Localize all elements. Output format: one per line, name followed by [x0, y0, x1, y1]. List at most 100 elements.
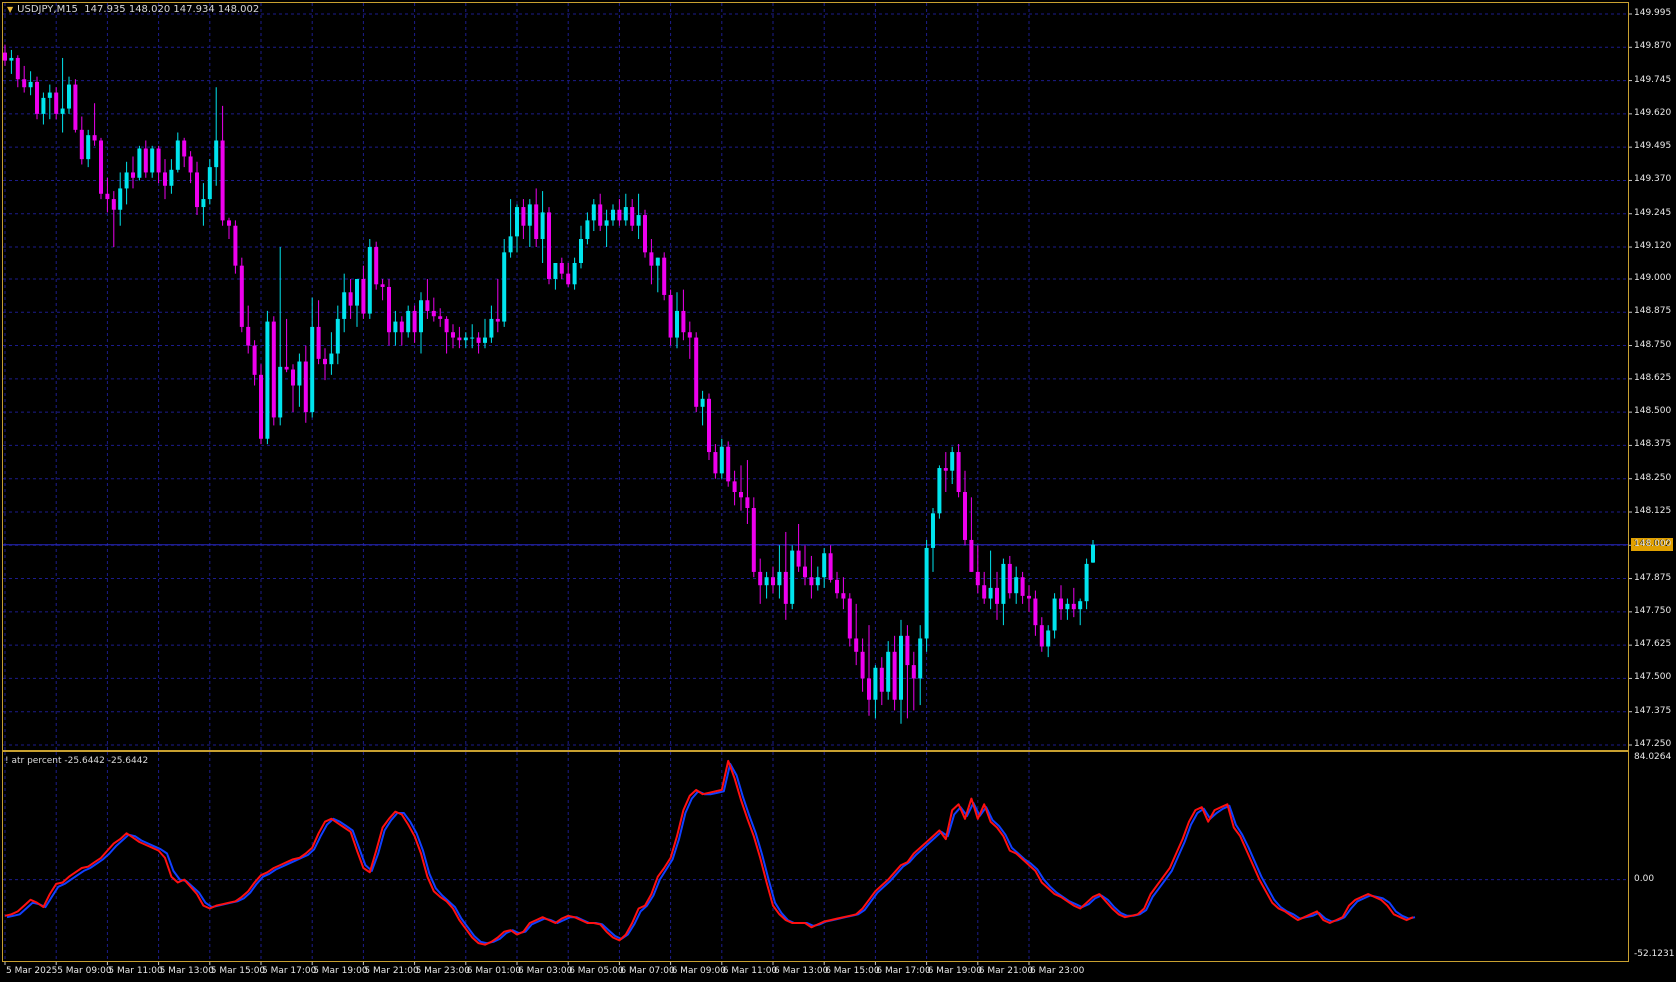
- y-tick-label: 148.250: [1634, 472, 1672, 483]
- x-tick-label: 5 Mar 23:00: [415, 966, 470, 976]
- candle-body: [41, 97, 46, 114]
- y-tick-label: 147.750: [1634, 605, 1672, 616]
- candle-body: [291, 369, 295, 386]
- candle-body: [835, 579, 839, 594]
- price-chart[interactable]: [0, 0, 1676, 982]
- candle: [399, 316, 404, 346]
- collapse-triangle-icon[interactable]: ▼: [7, 5, 13, 14]
- candle: [1065, 598, 1070, 620]
- candle-body: [361, 278, 366, 314]
- candle-body: [1027, 595, 1031, 599]
- candle-body: [515, 207, 519, 237]
- candle-body: [451, 332, 455, 338]
- candle-body: [950, 452, 955, 471]
- candle: [662, 252, 667, 301]
- candle-body: [143, 148, 148, 173]
- candle-body: [924, 547, 929, 639]
- candle: [860, 638, 865, 692]
- candle: [572, 257, 577, 290]
- candle: [540, 191, 545, 263]
- x-tick-label: 6 Mar 17:00: [876, 966, 931, 976]
- candle-body: [713, 452, 718, 474]
- candle: [547, 207, 551, 285]
- candle: [758, 558, 763, 604]
- candle: [649, 239, 654, 285]
- candle: [611, 204, 615, 226]
- candle-body: [815, 577, 820, 586]
- candle-body: [886, 651, 891, 692]
- candle-body: [207, 167, 212, 200]
- indicator-line-red: [4, 759, 1414, 946]
- candle-body: [508, 236, 513, 253]
- candle: [604, 209, 609, 248]
- candle: [534, 188, 539, 248]
- candle-body: [956, 452, 961, 493]
- candle-body: [553, 262, 558, 279]
- candle: [553, 262, 558, 290]
- candle: [3, 44, 7, 66]
- y-tick-label: 148.375: [1634, 439, 1672, 450]
- candle-body: [790, 550, 795, 604]
- candle: [9, 49, 14, 74]
- price-grid: [3, 3, 1632, 750]
- candle-body: [1007, 563, 1012, 594]
- candle: [259, 364, 263, 445]
- candle-body: [86, 135, 91, 160]
- chart-window: ▼ USDJPY,M15 147.935 148.020 147.934 148.…: [0, 0, 1676, 982]
- candle-body: [1071, 603, 1076, 610]
- candle-body: [540, 212, 545, 240]
- candle: [943, 452, 948, 493]
- candle: [406, 305, 411, 338]
- candle: [201, 183, 206, 226]
- indicator-tick-label: 0.00: [1634, 873, 1655, 884]
- candle: [233, 220, 238, 274]
- candle-body: [297, 361, 302, 386]
- candle: [924, 539, 929, 652]
- candle: [489, 305, 494, 343]
- candle-body: [783, 571, 788, 604]
- candle: [451, 324, 455, 349]
- candle-body: [118, 188, 123, 210]
- candle: [35, 76, 39, 120]
- candle: [527, 199, 532, 248]
- candle: [502, 239, 507, 327]
- candle-body: [547, 212, 551, 279]
- candle-body: [828, 553, 833, 580]
- x-tick-label: 6 Mar 19:00: [927, 966, 982, 976]
- candle-body: [169, 169, 174, 186]
- x-tick-label: 5 Mar 2025: [6, 966, 58, 976]
- candle: [796, 523, 801, 572]
- candle-body: [598, 204, 603, 226]
- candle: [60, 57, 65, 133]
- candle-body: [1020, 577, 1025, 596]
- candle: [316, 300, 321, 365]
- candle: [1033, 590, 1038, 636]
- candle-body: [860, 651, 865, 679]
- candle: [278, 247, 283, 426]
- candle-body: [668, 294, 673, 338]
- candle: [124, 161, 129, 205]
- candle-body: [310, 326, 315, 413]
- candle: [675, 292, 679, 349]
- candle: [131, 156, 135, 189]
- candle-body: [879, 667, 884, 692]
- candle-body: [278, 366, 283, 418]
- candle: [892, 635, 897, 711]
- candle: [745, 460, 750, 524]
- candle: [1014, 566, 1019, 604]
- candle: [1059, 585, 1063, 620]
- candle: [828, 545, 833, 583]
- candle: [291, 364, 295, 413]
- candle-body: [719, 446, 724, 474]
- candle: [86, 129, 91, 168]
- candle: [886, 641, 891, 700]
- x-tick-label: 5 Mar 21:00: [364, 966, 419, 976]
- candle: [623, 193, 628, 226]
- candle-body: [1046, 630, 1051, 647]
- candle-body: [687, 332, 692, 338]
- candle: [150, 145, 155, 178]
- candle: [739, 465, 743, 511]
- candle-body: [707, 398, 711, 453]
- candle-body: [271, 321, 276, 418]
- candle: [854, 603, 859, 666]
